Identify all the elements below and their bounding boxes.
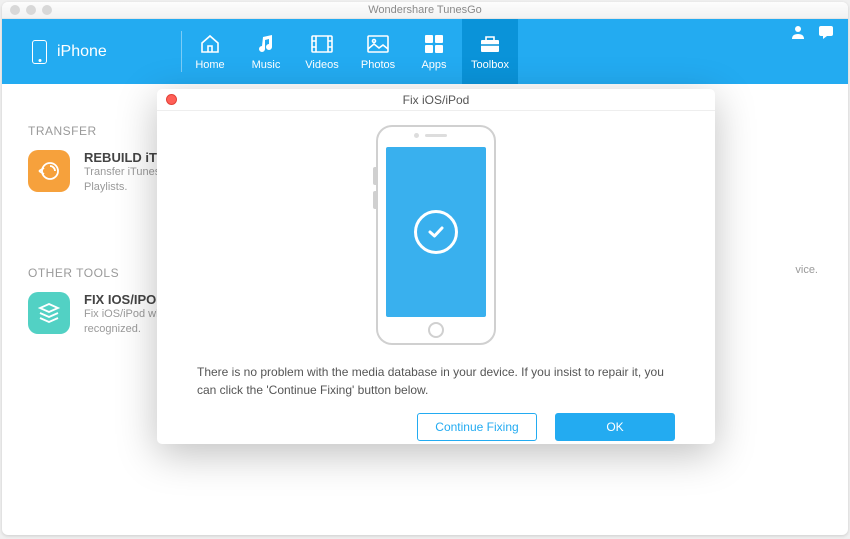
nav-videos[interactable]: Videos bbox=[294, 19, 350, 84]
phone-home-button bbox=[428, 322, 444, 338]
videos-icon bbox=[311, 33, 333, 55]
device-selector[interactable]: iPhone bbox=[2, 19, 182, 84]
music-icon bbox=[255, 33, 277, 55]
traffic-zoom[interactable] bbox=[42, 5, 52, 15]
device-name: iPhone bbox=[57, 43, 107, 61]
phone-side-button bbox=[373, 191, 376, 209]
apps-icon bbox=[423, 33, 445, 55]
traffic-close[interactable] bbox=[10, 5, 20, 15]
feedback-icon[interactable] bbox=[818, 24, 834, 40]
rebuild-icon bbox=[28, 150, 70, 192]
app-window: Wondershare TunesGo iPhone Home Music bbox=[2, 2, 848, 535]
nav-tabs: Home Music Videos Photos bbox=[182, 19, 518, 84]
nav-label: Apps bbox=[421, 59, 446, 71]
photos-icon bbox=[367, 33, 389, 55]
modal-buttons: Continue Fixing OK bbox=[197, 413, 675, 441]
modal-message: There is no problem with the media datab… bbox=[197, 363, 675, 399]
phone-speaker bbox=[425, 134, 447, 137]
checkmark-icon bbox=[414, 210, 458, 254]
modal-titlebar: Fix iOS/iPod bbox=[157, 89, 715, 111]
fix-ios-modal: Fix iOS/iPod There is no problem with th… bbox=[157, 89, 715, 444]
nav-label: Photos bbox=[361, 59, 395, 71]
phone-screen bbox=[386, 147, 486, 317]
divider bbox=[181, 31, 182, 72]
home-icon bbox=[199, 33, 221, 55]
phone-icon bbox=[32, 40, 47, 64]
phone-illustration bbox=[376, 125, 496, 345]
nav-label: Home bbox=[195, 59, 224, 71]
nav-photos[interactable]: Photos bbox=[350, 19, 406, 84]
nav-apps[interactable]: Apps bbox=[406, 19, 462, 84]
continue-fixing-button[interactable]: Continue Fixing bbox=[417, 413, 537, 441]
nav-home[interactable]: Home bbox=[182, 19, 238, 84]
phone-camera bbox=[414, 133, 419, 138]
traffic-minimize[interactable] bbox=[26, 5, 36, 15]
nav-label: Toolbox bbox=[471, 59, 509, 71]
nav-label: Videos bbox=[305, 59, 338, 71]
phone-side-button bbox=[373, 167, 376, 185]
titlebar: Wondershare TunesGo bbox=[2, 2, 848, 19]
ok-button[interactable]: OK bbox=[555, 413, 675, 441]
modal-close-button[interactable] bbox=[166, 94, 177, 105]
traffic-lights bbox=[10, 5, 52, 15]
modal-title: Fix iOS/iPod bbox=[157, 89, 715, 111]
fix-ios-icon bbox=[28, 292, 70, 334]
toolbox-icon bbox=[479, 33, 501, 55]
app-title: Wondershare TunesGo bbox=[2, 2, 848, 19]
truncated-text-right: vice. bbox=[795, 264, 818, 276]
modal-body: There is no problem with the media datab… bbox=[157, 111, 715, 453]
top-nav-bar: iPhone Home Music Videos bbox=[2, 19, 848, 84]
topbar-right bbox=[790, 24, 834, 40]
nav-music[interactable]: Music bbox=[238, 19, 294, 84]
nav-label: Music bbox=[252, 59, 281, 71]
nav-toolbox[interactable]: Toolbox bbox=[462, 19, 518, 84]
user-icon[interactable] bbox=[790, 24, 806, 40]
